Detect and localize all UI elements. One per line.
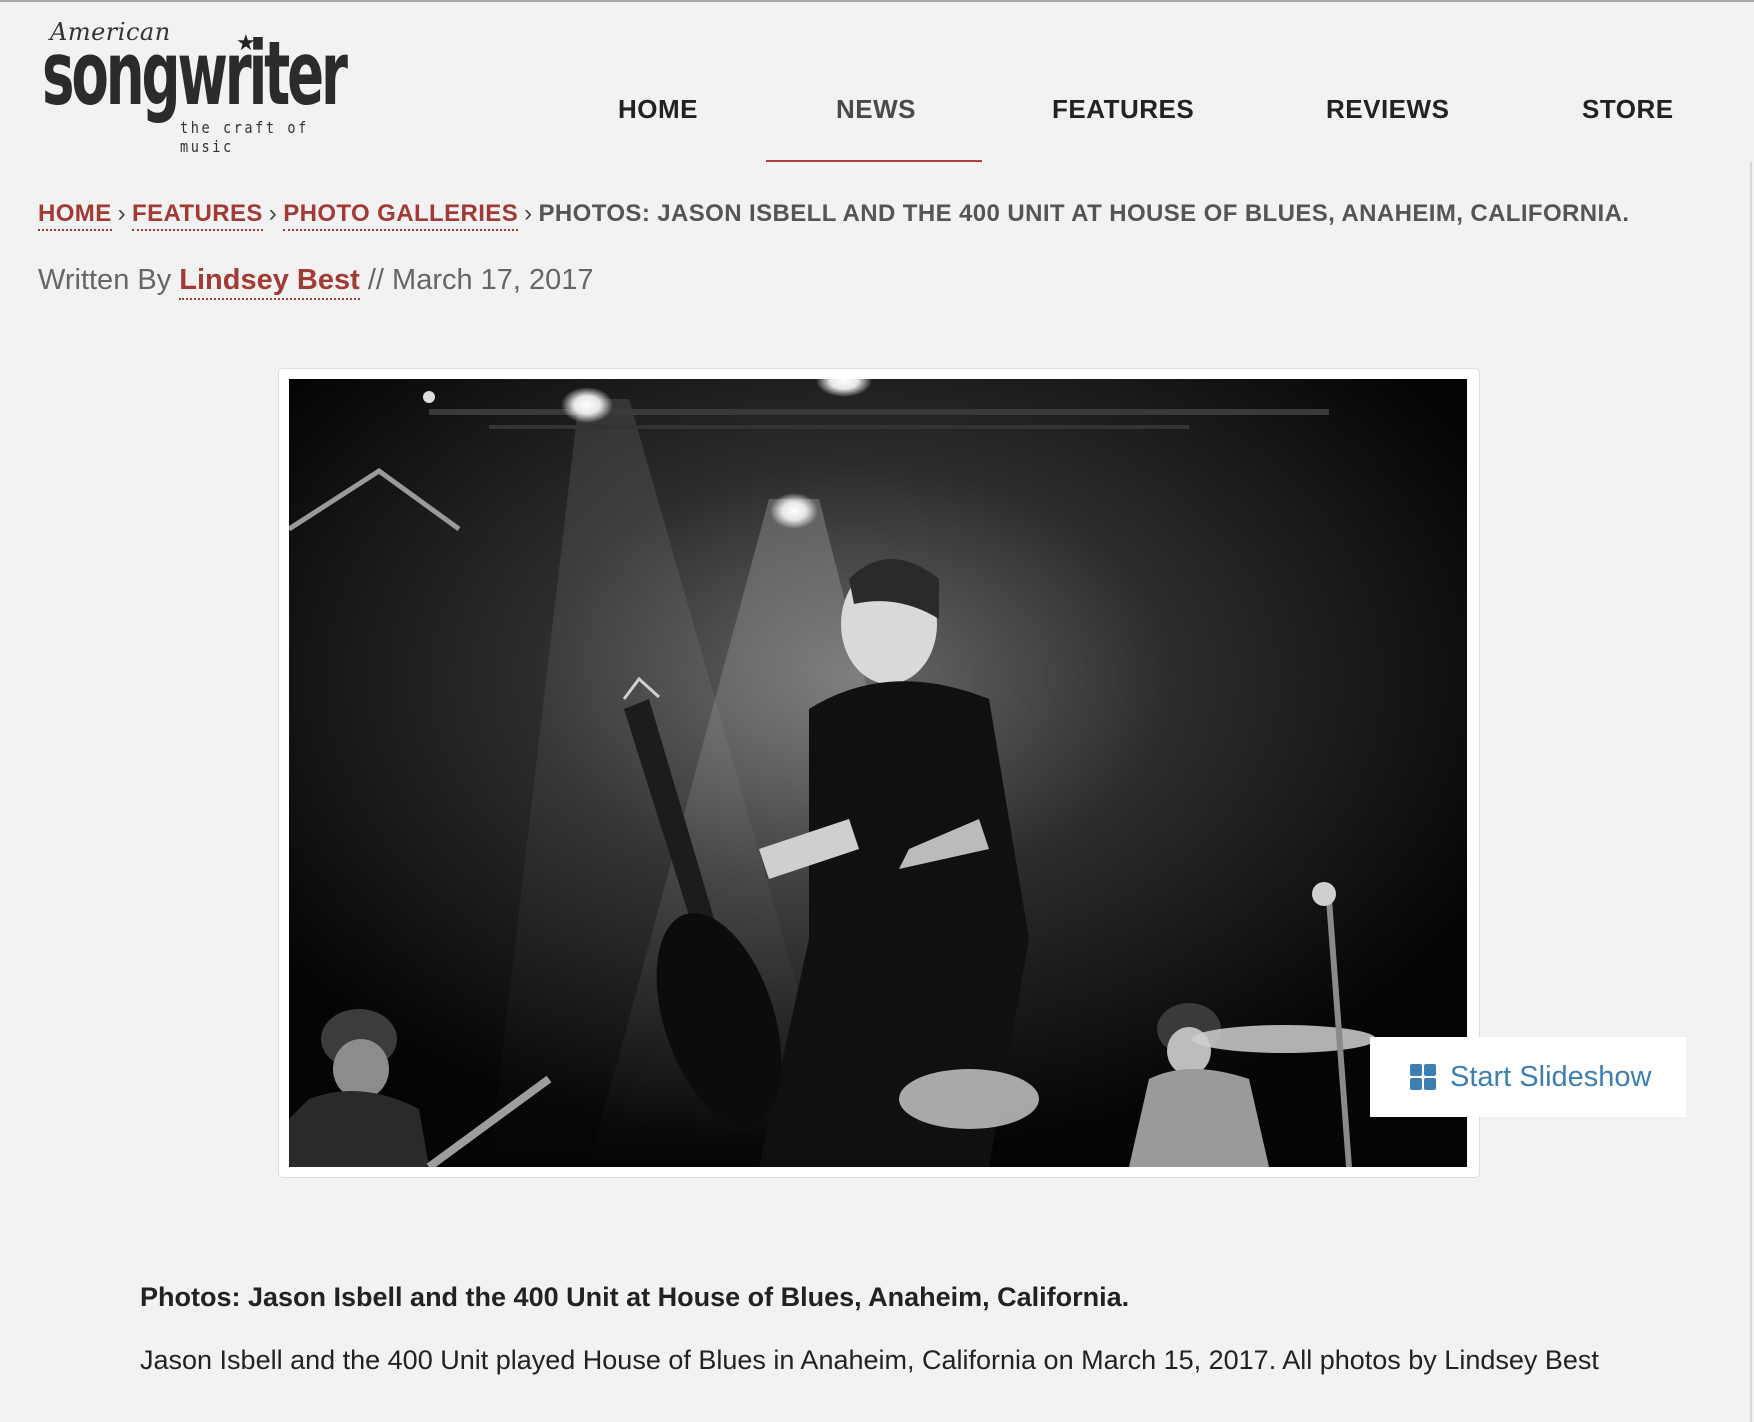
- byline-divider: //: [367, 264, 384, 296]
- start-slideshow-button[interactable]: Start Slideshow: [1370, 1037, 1686, 1117]
- main-nav: HOME NEWS FEATURES REVIEWS STORE: [560, 80, 1754, 164]
- breadcrumb-current-page: PHOTOS: JASON ISBELL AND THE 400 UNIT AT…: [538, 200, 1630, 227]
- author-link[interactable]: Lindsey Best: [179, 264, 360, 300]
- nav-item-features[interactable]: FEATURES: [1052, 94, 1194, 125]
- logo-wordmark: songwriter: [42, 22, 348, 125]
- breadcrumb-separator: ›: [524, 200, 533, 227]
- logo-star-icon: ★: [236, 30, 256, 55]
- breadcrumb-home-link[interactable]: HOME: [38, 200, 112, 231]
- grid-icon: [1410, 1064, 1436, 1090]
- breadcrumb: HOME › FEATURES › PHOTO GALLERIES › PHOTOS: JA…: [38, 200, 1630, 231]
- start-slideshow-label: Start Slideshow: [1450, 1060, 1652, 1093]
- nav-item-reviews[interactable]: REVIEWS: [1326, 94, 1449, 125]
- nav-item-store[interactable]: STORE: [1582, 94, 1674, 125]
- breadcrumb-separator: ›: [268, 200, 278, 227]
- breadcrumb-separator: ›: [117, 200, 127, 227]
- breadcrumb-features-link[interactable]: FEATURES: [132, 200, 263, 231]
- breadcrumb-photo-galleries-link[interactable]: PHOTO GALLERIES: [283, 200, 519, 231]
- byline-prefix: Written By: [38, 264, 172, 296]
- logo-tagline: the craft of music: [180, 118, 309, 156]
- gallery-frame: [278, 368, 1480, 1178]
- scrollbar-edge[interactable]: [1750, 162, 1754, 1422]
- gallery-photo[interactable]: [289, 379, 1467, 1167]
- site-header: American songwriter ★ the craft of music…: [0, 2, 1754, 164]
- publish-date: March 17, 2017: [392, 264, 594, 296]
- nav-item-news[interactable]: NEWS: [836, 94, 916, 125]
- article-caption-title: Photos: Jason Isbell and the 400 Unit at…: [140, 1282, 1130, 1312]
- site-logo[interactable]: American songwriter ★ the craft of music: [42, 18, 348, 156]
- article-byline: Written By Lindsey Best // March 17, 201…: [38, 264, 594, 300]
- concert-photo-illustration: [289, 379, 1467, 1167]
- article-caption-body: Jason Isbell and the 400 Unit played Hou…: [140, 1345, 1599, 1375]
- nav-active-underline: [766, 160, 982, 162]
- nav-item-home[interactable]: HOME: [618, 94, 698, 125]
